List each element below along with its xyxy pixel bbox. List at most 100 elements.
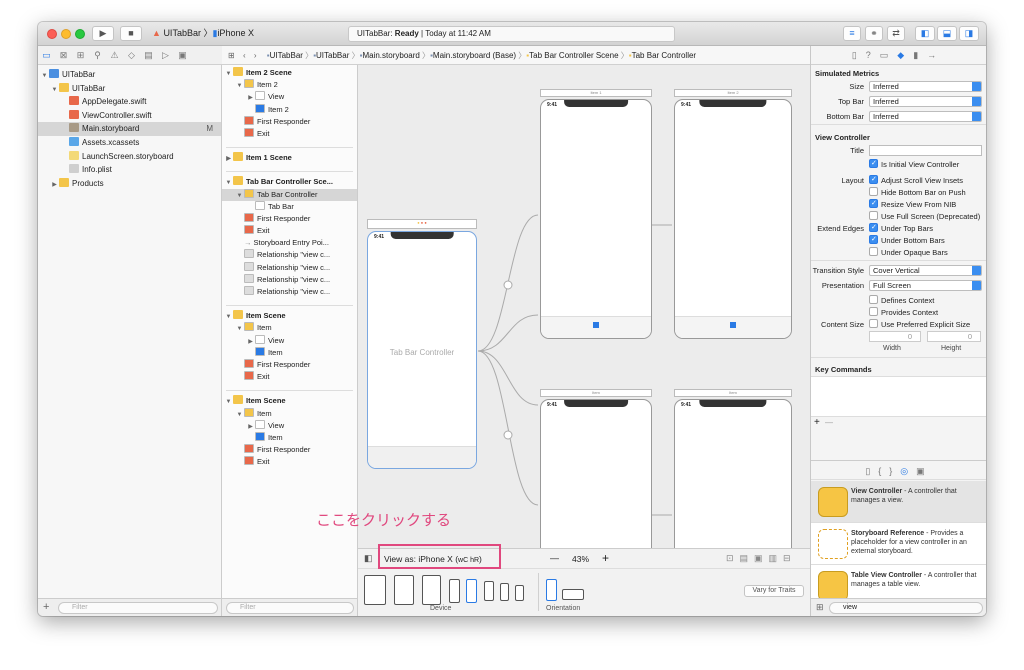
zoom-in-button[interactable]: +: [602, 551, 609, 565]
disclosure-icon[interactable]: ▼: [235, 409, 244, 421]
outline-item[interactable]: Relationship "view c...: [222, 261, 357, 274]
extend-edges-checkbox[interactable]: [869, 247, 878, 256]
initial-vc-checkbox[interactable]: [869, 159, 878, 168]
item1-scene[interactable]: 9:41: [540, 99, 652, 339]
provides-context-checkbox[interactable]: [869, 307, 878, 316]
outline-item[interactable]: ▼ Item: [222, 322, 357, 334]
navigator-item[interactable]: LaunchScreen.storyboard: [38, 150, 221, 164]
outline-item[interactable]: First Responder: [222, 358, 357, 371]
navigator-item[interactable]: AppDelegate.swift: [38, 95, 221, 109]
library-search-input[interactable]: view: [829, 602, 983, 614]
navigator-item[interactable]: ▶ Products: [38, 177, 221, 191]
device-iphone-plus[interactable]: [449, 579, 460, 603]
add-key-command-button[interactable]: +: [814, 417, 820, 428]
outline-item[interactable]: Relationship "view c...: [222, 286, 357, 298]
tbc-scene-dock[interactable]: ● ● ●: [367, 219, 477, 229]
size-popup[interactable]: Inferred: [869, 81, 982, 92]
device-iphone-4s[interactable]: [515, 585, 524, 601]
warning-icon[interactable]: ⚠: [106, 46, 123, 65]
width-stepper[interactable]: 0: [869, 331, 921, 342]
identity-icon[interactable]: ▭: [880, 50, 898, 60]
outline-item[interactable]: Exit: [222, 456, 357, 468]
outline-item[interactable]: Relationship "view c...: [222, 249, 357, 261]
disclosure-icon[interactable]: ▼: [235, 190, 244, 202]
item-scene-a[interactable]: 9:41: [540, 399, 652, 548]
bottom-bar-popup[interactable]: Inferred: [869, 111, 982, 122]
item2-scene-label[interactable]: Item 2: [674, 89, 792, 97]
outline-item[interactable]: Item: [222, 346, 357, 359]
size-icon[interactable]: ▮: [913, 50, 927, 60]
outline-item[interactable]: Exit: [222, 371, 357, 383]
tab-bar[interactable]: [368, 446, 476, 468]
grid-icon[interactable]: ⊞: [228, 51, 235, 60]
test-icon[interactable]: ◇: [123, 46, 140, 65]
layout-checkbox[interactable]: [869, 211, 878, 220]
breadcrumb-item[interactable]: ▪UITabBar: [267, 51, 303, 60]
outline-item[interactable]: ▼ Item Scene: [222, 310, 357, 322]
help-icon[interactable]: ?: [866, 50, 880, 60]
add-icon[interactable]: +: [43, 601, 49, 613]
outline-item[interactable]: ▶ Item 1 Scene: [222, 152, 357, 164]
zoom-out-button[interactable]: —: [550, 553, 559, 563]
remove-key-command-button[interactable]: —: [825, 418, 833, 427]
orientation-landscape[interactable]: [562, 589, 584, 600]
navigator-item[interactable]: ▼ UITabBar: [38, 82, 221, 96]
outline-item[interactable]: → Storyboard Entry Poi...: [222, 237, 357, 249]
item2-scene[interactable]: 9:41: [674, 99, 792, 339]
layout-checkbox[interactable]: [869, 199, 878, 208]
disclosure-icon[interactable]: ▶: [50, 179, 59, 193]
close-window-button[interactable]: [47, 29, 57, 39]
outline-item[interactable]: ▼ Item Scene: [222, 395, 357, 407]
device-iphone-8[interactable]: [484, 581, 494, 601]
extend-edges-checkbox[interactable]: [869, 235, 878, 244]
breadcrumb-item[interactable]: 〉▪Main.storyboard (Base): [420, 51, 516, 60]
breakpoint-icon[interactable]: ▷: [157, 46, 174, 65]
library-item[interactable]: Storyboard Reference - Provides a placeh…: [811, 523, 986, 565]
outline-item[interactable]: ▼ Item 2 Scene: [222, 67, 357, 79]
outline-item[interactable]: First Responder: [222, 444, 357, 456]
hierarchy-icon[interactable]: ⊞: [72, 46, 89, 65]
layout-checkbox[interactable]: [869, 175, 878, 184]
outline-item[interactable]: ▼ Tab Bar Controller: [222, 188, 357, 202]
breadcrumb-item[interactable]: 〉▪Main.storyboard: [349, 51, 420, 60]
minimize-window-button[interactable]: [61, 29, 71, 39]
item1-scene-label[interactable]: Item 1: [540, 89, 652, 97]
device-iphone-x[interactable]: [466, 579, 477, 603]
outline-item[interactable]: Tab Bar: [222, 200, 357, 213]
disclosure-icon[interactable]: ▶: [224, 153, 233, 165]
toggle-debug-button[interactable]: ⬓: [937, 26, 957, 41]
disclosure-icon[interactable]: ▼: [235, 323, 244, 335]
assistant-editor-button[interactable]: ⚭: [865, 26, 883, 41]
outline-item[interactable]: Exit: [222, 225, 357, 237]
outline-item[interactable]: Item: [222, 431, 357, 444]
code-snippet-icon[interactable]: {}: [878, 466, 900, 476]
disclosure-icon[interactable]: ▶: [246, 92, 255, 104]
forward-icon[interactable]: ›: [254, 51, 257, 60]
layout-checkbox[interactable]: [869, 187, 878, 196]
grid-view-icon[interactable]: ⊞: [816, 602, 824, 613]
media-library-icon[interactable]: ▣: [916, 466, 933, 476]
disclosure-icon[interactable]: ▼: [224, 177, 233, 189]
title-input[interactable]: [869, 145, 982, 156]
outline-item[interactable]: ▶ View: [222, 91, 357, 103]
extend-edges-checkbox[interactable]: [869, 223, 878, 232]
disclosure-icon[interactable]: ▼: [235, 80, 244, 92]
item-scene-label[interactable]: Item: [540, 389, 652, 397]
top-bar-popup[interactable]: Inferred: [869, 96, 982, 107]
key-commands-table[interactable]: [811, 376, 986, 417]
storyboard-canvas[interactable]: ● ● ● 9:41 Tab Bar Controller Item 1 9:4…: [358, 65, 810, 548]
outline-item[interactable]: ▼ Item: [222, 407, 357, 421]
navigator-item[interactable]: Info.plist: [38, 163, 221, 177]
toggle-navigator-button[interactable]: ◧: [915, 26, 935, 41]
breadcrumb[interactable]: ▪UITabBar 〉▪UITabBar 〉▪Main.storyboard 〉…: [267, 51, 696, 60]
disclosure-icon[interactable]: ▼: [224, 68, 233, 80]
navigator-item[interactable]: ▼ UITabBar: [38, 68, 221, 82]
orientation-portrait[interactable]: [546, 579, 557, 601]
hide-outline-icon[interactable]: ◧: [364, 553, 373, 564]
navigator-item[interactable]: ViewController.swift: [38, 109, 221, 123]
outline-item[interactable]: First Responder: [222, 212, 357, 225]
breadcrumb-item[interactable]: 〉▪Tab Bar Controller Scene: [516, 51, 618, 60]
outline-item[interactable]: ▼ Tab Bar Controller Sce...: [222, 176, 357, 188]
defines-context-checkbox[interactable]: [869, 295, 878, 304]
device-iphone-se[interactable]: [500, 583, 509, 601]
